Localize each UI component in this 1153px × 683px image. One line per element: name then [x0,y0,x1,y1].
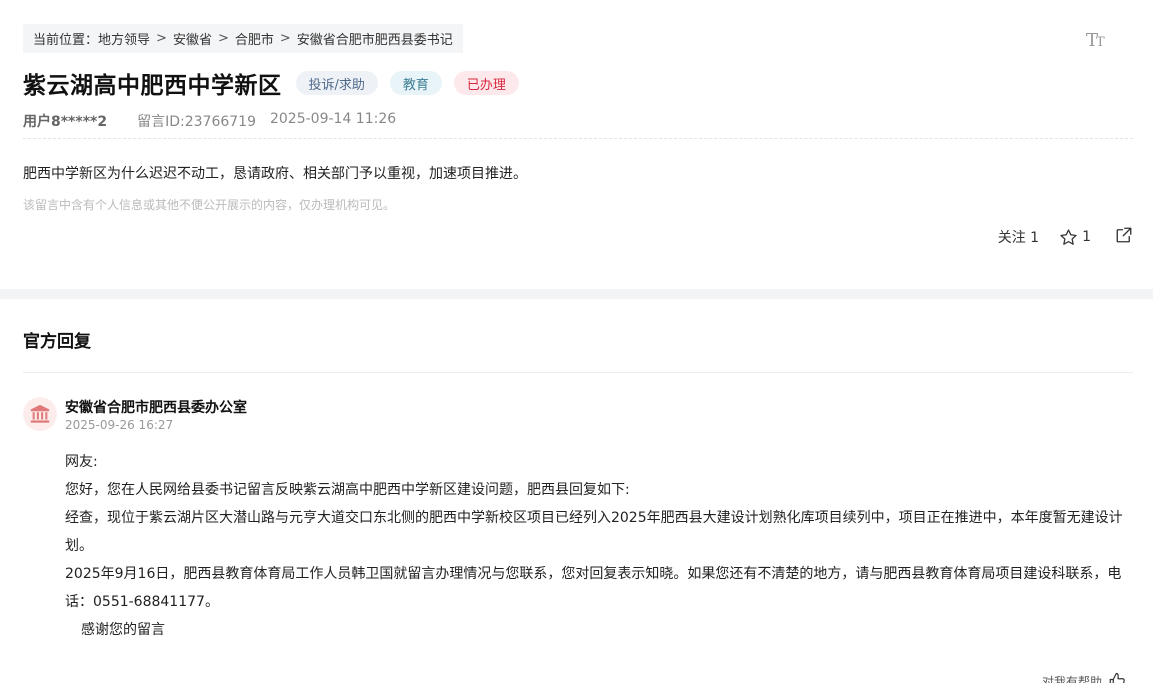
government-building-icon [30,404,50,423]
follow-button[interactable]: 关注 1 [998,227,1039,247]
reply-org-name: 安徽省合肥市肥西县委办公室 [65,400,247,416]
breadcrumb-item-secretary[interactable]: 安徽省合肥市肥西县委书记 [297,29,453,48]
favorite-count: 1 [1082,229,1091,245]
reply-time: 2025-09-26 16:27 [65,418,174,432]
breadcrumb-item-city[interactable]: 合肥市 [235,29,274,48]
section-separator [0,289,1153,299]
breadcrumb-separator: > [217,31,229,46]
breadcrumb-separator: > [279,31,291,46]
reply-line: 网友: [65,454,98,470]
reply-line: 2025年9月16日，肥西县教育体育局工作人员韩卫国就留言办理情况与您联系，您对… [65,566,1122,610]
breadcrumb-prefix: 当前位置： [33,33,99,48]
breadcrumb-separator: > [156,31,167,46]
helpful-button[interactable]: 对我有帮助 [1042,672,1126,683]
helpful-label: 对我有帮助 [1042,674,1103,683]
share-button[interactable] [1115,226,1133,248]
breadcrumb-item-local-leaders[interactable]: 地方领导 [98,29,150,48]
share-icon [1116,227,1132,243]
font-size-icon[interactable]: TT [1086,30,1110,52]
privacy-notice: 该留言中含有个人信息或其他不便公开展示的内容，仅办理机构可见。 [23,198,396,212]
tag-type: 投诉/求助 [295,71,378,95]
message-actions: 关注 1 1 [998,226,1133,248]
status-badge: 已办理 [453,71,519,95]
font-size-small-t: T [1096,35,1105,50]
avatar [23,397,57,431]
breadcrumb: 当前位置： 地方领导 > 安徽省 > 合肥市 > 安徽省合肥市肥西县委书记 [23,24,463,53]
reply-line: 经查，现位于紫云湖片区大潜山路与元亨大道交口东北侧的肥西中学新校区项目已经列入2… [65,510,1123,554]
message-id: 留言ID:23766719 [137,114,256,130]
reply-body: 网友: 您好，您在人民网给县委书记留言反映紫云湖高中肥西中学新区建设问题，肥西县… [65,448,1135,644]
message-user: 用户8*****2 [23,114,108,130]
breadcrumb-item-province[interactable]: 安徽省 [173,29,212,48]
tag-category: 教育 [389,71,442,95]
star-icon [1060,228,1077,245]
reply-line: 感谢您的留言 [81,622,165,638]
divider [23,138,1133,139]
reply-line: 您好，您在人民网给县委书记留言反映紫云湖高中肥西中学新区建设问题，肥西县回复如下… [65,482,630,498]
reply-heading: 官方回复 [23,332,91,352]
title-row: 紫云湖高中肥西中学新区 投诉/求助 教育 已办理 [23,66,519,100]
message-time: 2025-09-14 11:26 [269,111,397,127]
favorite-button[interactable]: 1 [1059,228,1091,247]
message-content: 肥西中学新区为什么迟迟不动工，恳请政府、相关部门予以重视，加速项目推进。 [23,166,527,182]
page-title: 紫云湖高中肥西中学新区 [23,73,282,99]
divider [23,372,1133,373]
thumbs-up-icon [1109,672,1125,683]
message-meta: 用户8*****2 留言ID:23766719 2025-09-14 11:26 [23,111,396,131]
